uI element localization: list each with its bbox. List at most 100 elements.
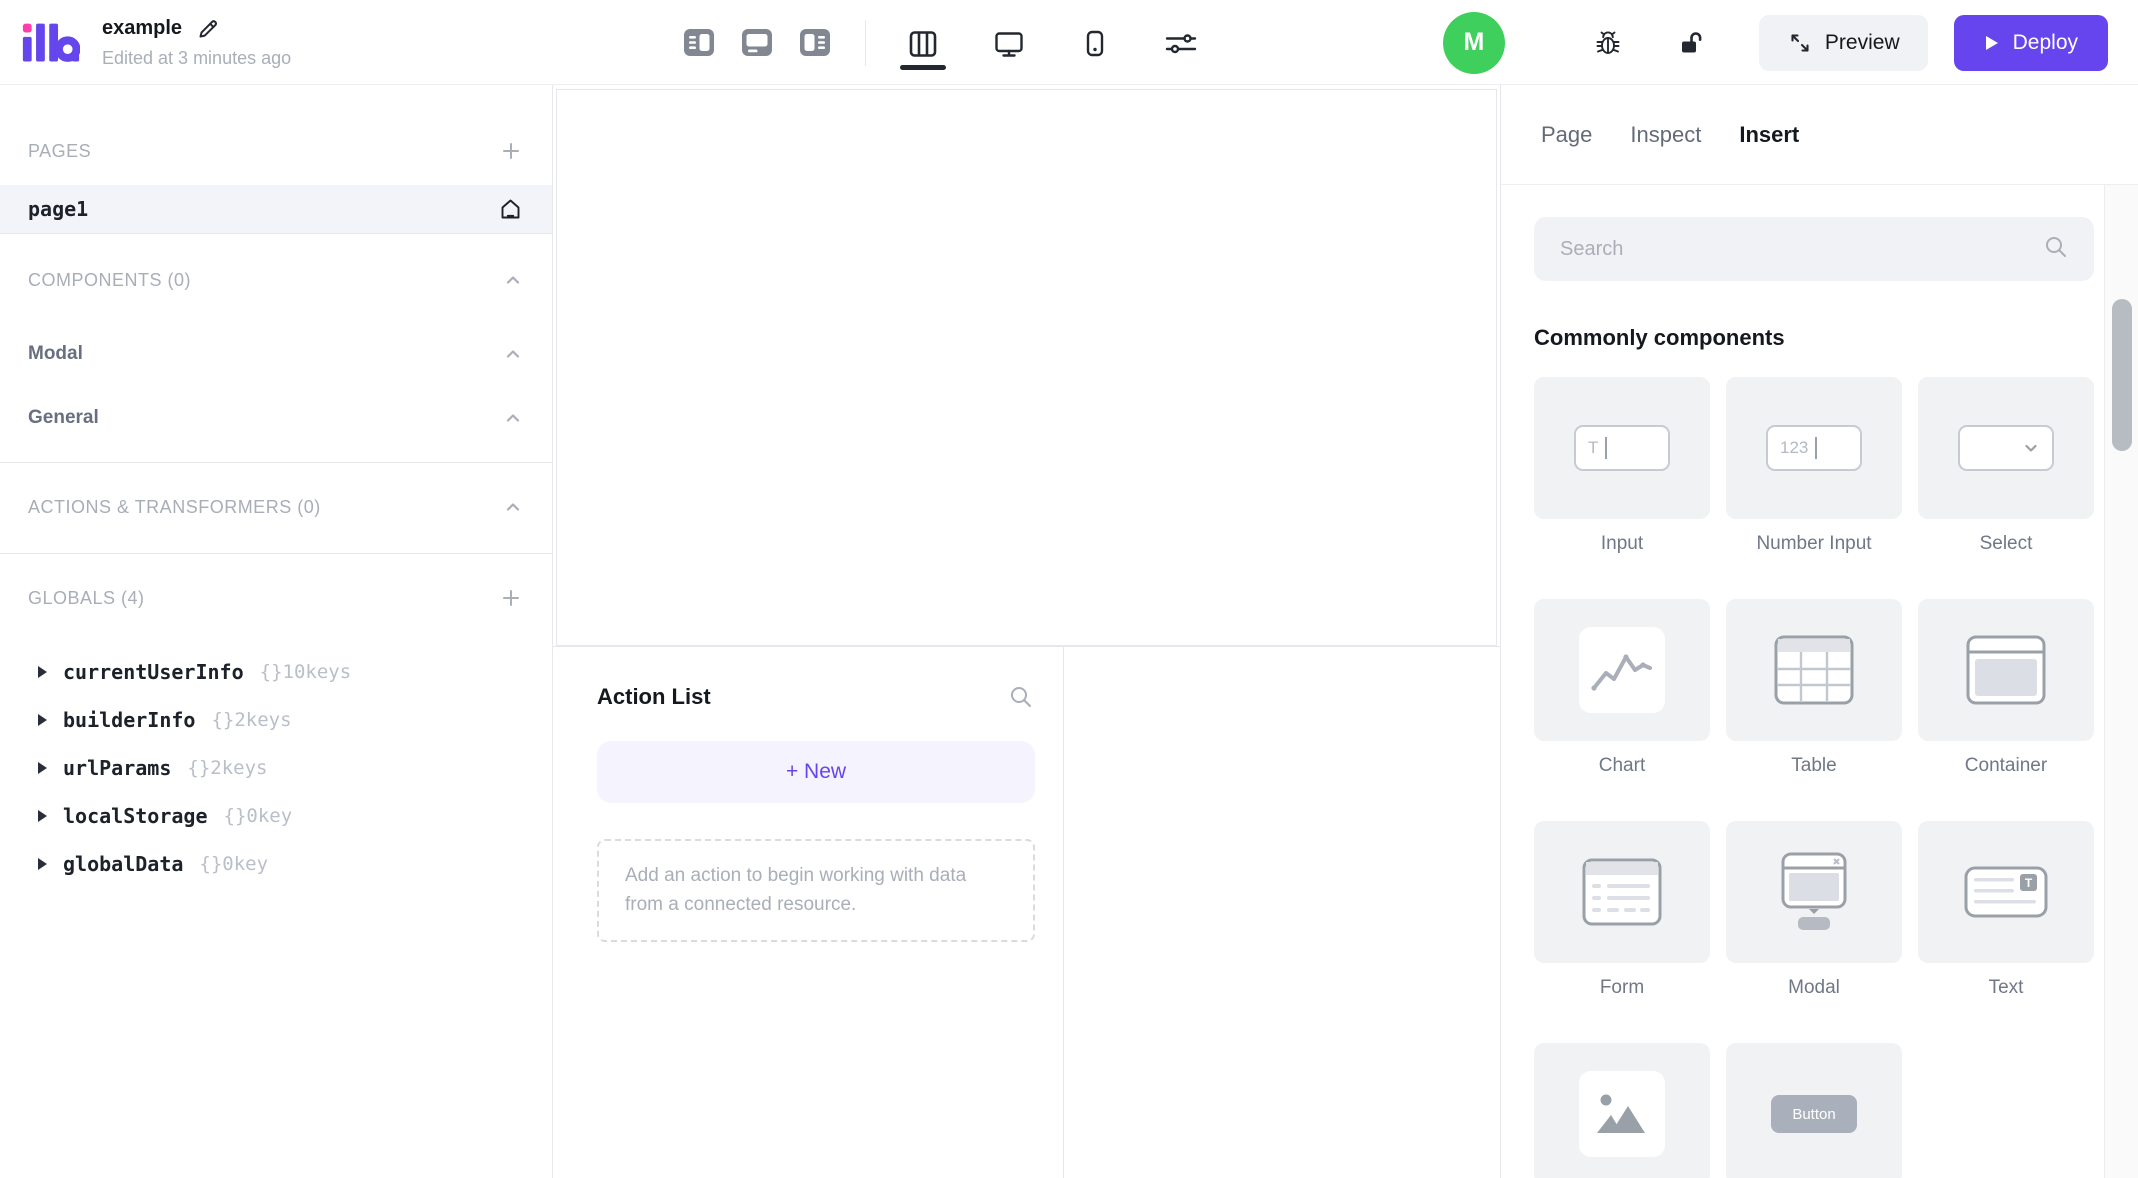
left-sidebar: PAGES page1 COMPONENTS (0) Modal General… [0, 85, 553, 1178]
global-item-localStorage[interactable]: localStorage {}0key [0, 792, 552, 840]
right-panel: Page Inspect Insert Commonly components [1500, 85, 2138, 1178]
editor-middle-area: Action List + New Add an action to begin… [553, 85, 1500, 1178]
toolbar-divider [865, 19, 866, 66]
edit-title-pencil-icon[interactable] [196, 17, 220, 41]
actions-collapse-chevron-icon[interactable] [502, 496, 524, 518]
component-search-box [1534, 217, 2094, 281]
action-list-title: Action List [597, 684, 711, 709]
globals-section: GLOBALS (4) currentUserInfo {}10keys bui… [0, 554, 552, 888]
tab-page[interactable]: Page [1541, 122, 1592, 148]
app-title: example [102, 17, 183, 39]
page-name: page1 [28, 197, 89, 221]
component-card-image[interactable] [1534, 1043, 1710, 1178]
global-item-currentUserInfo[interactable]: currentUserInfo {}10keys [0, 648, 552, 696]
pages-section: PAGES page1 [0, 85, 552, 234]
deploy-button[interactable]: Deploy [1953, 14, 2108, 71]
page-list-item[interactable]: page1 [0, 185, 552, 233]
table-icon [1774, 635, 1854, 705]
modal-collapse-chevron-icon[interactable] [502, 343, 524, 365]
global-item-urlParams[interactable]: urlParams {}2keys [0, 744, 552, 792]
expand-triangle-icon[interactable] [38, 858, 47, 870]
component-card-select[interactable]: Select [1918, 377, 2094, 557]
expand-triangle-icon[interactable] [38, 666, 47, 678]
preview-button[interactable]: Preview [1758, 14, 1928, 71]
actions-section: ACTIONS & TRANSFORMERS (0) [0, 463, 552, 554]
commonly-components-title: Commonly components [1534, 325, 1785, 350]
tab-insert[interactable]: Insert [1739, 122, 1799, 148]
mobile-mode-button[interactable] [1072, 15, 1118, 70]
toggle-right-panel-button[interactable] [799, 28, 831, 57]
canvas-artboard[interactable] [556, 89, 1497, 646]
deploy-label: Deploy [2012, 30, 2078, 54]
action-search-icon[interactable] [1007, 683, 1035, 711]
home-page-icon [497, 196, 524, 223]
input-icon: T [1574, 425, 1670, 471]
components-header: COMPONENTS (0) [28, 269, 192, 290]
form-icon [1582, 858, 1662, 926]
expand-triangle-icon[interactable] [38, 762, 47, 774]
global-item-builderInfo[interactable]: builderInfo {}2keys [0, 696, 552, 744]
add-page-button[interactable] [498, 138, 524, 164]
desktop-mode-button[interactable] [986, 15, 1032, 70]
canvas-mode-group [900, 15, 1204, 70]
tab-inspect[interactable]: Inspect [1630, 122, 1701, 148]
illa-builder-window: example Edited at 3 minutes ago M Previe… [0, 0, 2138, 1178]
image-icon [1579, 1071, 1665, 1157]
general-collapse-chevron-icon[interactable] [502, 407, 524, 429]
svg-text:T: T [2025, 876, 2033, 890]
component-card-input[interactable]: T Input [1534, 377, 1710, 557]
unlock-icon[interactable] [1677, 28, 1707, 58]
component-card-modal[interactable]: Modal [1726, 821, 1902, 1001]
action-empty-hint: Add an action to begin working with data… [597, 839, 1035, 942]
new-action-button[interactable]: + New [597, 741, 1035, 803]
component-card-number-input[interactable]: 123 Number Input [1726, 377, 1902, 557]
preview-label: Preview [1824, 30, 1900, 54]
toggle-left-panel-button[interactable] [683, 28, 715, 57]
toggle-bottom-panel-button[interactable] [741, 28, 773, 57]
user-avatar[interactable]: M [1442, 11, 1505, 74]
scrollbar-thumb[interactable] [2112, 299, 2132, 451]
layout-columns-button[interactable] [900, 15, 946, 70]
edited-status: Edited at 3 minutes ago [102, 47, 292, 68]
container-icon [1966, 635, 2046, 705]
component-grid: T Input 123 Number Input Select Chart Ta… [1534, 377, 2094, 1178]
expand-triangle-icon[interactable] [38, 714, 47, 726]
action-list-panel: Action List + New Add an action to begin… [553, 647, 1063, 1178]
number-input-icon: 123 [1766, 425, 1862, 471]
actions-header: ACTIONS & TRANSFORMERS (0) [28, 496, 321, 517]
component-card-form[interactable]: Form [1534, 821, 1710, 1001]
topbar: example Edited at 3 minutes ago M Previe… [0, 0, 2138, 85]
component-search-input[interactable] [1560, 237, 2042, 261]
add-global-button[interactable] [498, 585, 524, 611]
action-panel: Action List + New Add an action to begin… [553, 646, 1500, 1178]
chart-icon [1579, 627, 1665, 713]
text-icon: T [1964, 866, 2048, 918]
pages-header: PAGES [28, 140, 92, 161]
play-icon [1985, 35, 1998, 50]
right-panel-tabs: Page Inspect Insert [1501, 85, 2138, 185]
globals-header: GLOBALS (4) [28, 587, 145, 608]
illa-logo [22, 20, 81, 66]
expand-triangle-icon[interactable] [38, 810, 47, 822]
component-group-general[interactable]: General [0, 398, 552, 438]
active-mode-underline [900, 65, 946, 70]
component-card-container[interactable]: Container [1918, 599, 2094, 779]
action-editor-empty [1063, 647, 1500, 1178]
component-group-modal[interactable]: Modal [0, 334, 552, 374]
select-icon [1958, 425, 2054, 471]
expand-arrows-icon [1791, 33, 1809, 52]
button-icon: Button [1771, 1095, 1857, 1133]
adjust-settings-button[interactable] [1158, 15, 1204, 70]
component-card-button[interactable]: Button [1726, 1043, 1902, 1178]
components-collapse-chevron-icon[interactable] [502, 269, 524, 291]
right-panel-scrollbar [2104, 185, 2138, 1178]
component-card-text[interactable]: T Text [1918, 821, 2094, 1001]
component-card-table[interactable]: Table [1726, 599, 1902, 779]
component-card-chart[interactable]: Chart [1534, 599, 1710, 779]
modal-icon [1781, 852, 1847, 930]
global-item-globalData[interactable]: globalData {}0key [0, 840, 552, 888]
search-icon [2042, 233, 2070, 266]
globals-tree: currentUserInfo {}10keys builderInfo {}2… [0, 648, 552, 888]
components-section: COMPONENTS (0) Modal General [0, 234, 552, 463]
debug-bug-icon[interactable] [1593, 28, 1623, 58]
